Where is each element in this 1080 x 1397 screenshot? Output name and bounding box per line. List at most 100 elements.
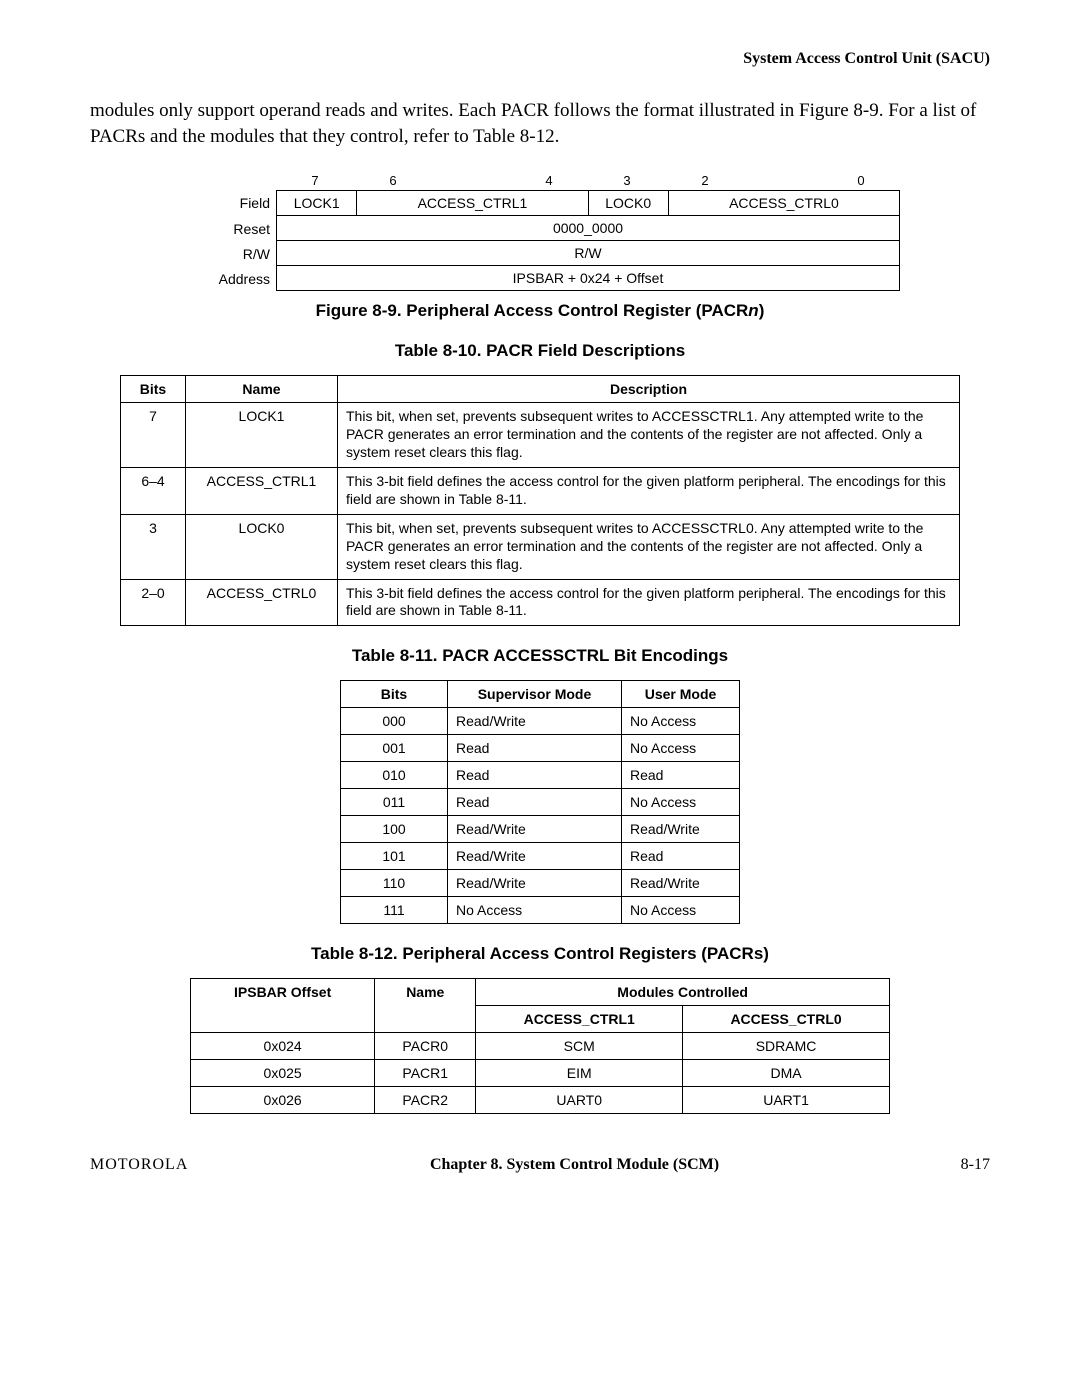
bit-number: 3 xyxy=(588,173,666,190)
cell-name: ACCESS_CTRL1 xyxy=(186,468,338,515)
cell-name: LOCK1 xyxy=(186,403,338,468)
table-8-11: Bits Supervisor Mode User Mode 000Read/W… xyxy=(340,680,740,924)
cell-supervisor: Read/Write xyxy=(448,843,622,870)
table-row: 101Read/WriteRead xyxy=(341,843,740,870)
table-row: 001ReadNo Access xyxy=(341,735,740,762)
rw-value: R/W xyxy=(276,241,900,266)
reset-value: 0000_0000 xyxy=(276,216,900,241)
cell-bits: 6–4 xyxy=(121,468,186,515)
cell-bits: 101 xyxy=(341,843,448,870)
table-row: 111No AccessNo Access xyxy=(341,897,740,924)
cell-bits: 3 xyxy=(121,514,186,579)
cell-user: No Access xyxy=(621,735,739,762)
col-desc: Description xyxy=(338,376,960,403)
cell-ctrl0: UART1 xyxy=(683,1087,890,1114)
bit-number: 7 xyxy=(276,173,354,190)
cell-desc: This 3-bit field defines the access cont… xyxy=(338,579,960,626)
field-row-label: Field xyxy=(180,190,276,216)
table-row: 0x026PACR2UART0UART1 xyxy=(191,1087,890,1114)
table-row: Bits Name Description xyxy=(121,376,960,403)
bit-number: 0 xyxy=(822,173,900,190)
cell-bits: 100 xyxy=(341,816,448,843)
table-8-12-caption: Table 8-12. Peripheral Access Control Re… xyxy=(90,944,990,964)
cell-supervisor: Read/Write xyxy=(448,816,622,843)
page-footer: MOTOROLA Chapter 8. System Control Modul… xyxy=(90,1156,990,1174)
figure-8-9-caption: Figure 8-9. Peripheral Access Control Re… xyxy=(90,301,990,321)
col-name: Name xyxy=(186,376,338,403)
rw-row-label: R/W xyxy=(180,241,276,266)
bit-number xyxy=(744,173,822,190)
cell-offset: 0x024 xyxy=(191,1033,375,1060)
cell-supervisor: Read xyxy=(448,789,622,816)
cell-name: LOCK0 xyxy=(186,514,338,579)
footer-vendor: MOTOROLA xyxy=(90,1156,188,1174)
col-access-ctrl1: ACCESS_CTRL1 xyxy=(476,1006,683,1033)
cell-supervisor: Read/Write xyxy=(448,708,622,735)
body-paragraph: modules only support operand reads and w… xyxy=(90,98,990,149)
field-lock1: LOCK1 xyxy=(276,190,357,216)
table-row: IPSBAR Offset Name Modules Controlled xyxy=(191,979,890,1006)
cell-ctrl0: DMA xyxy=(683,1060,890,1087)
cell-bits: 111 xyxy=(341,897,448,924)
cell-ctrl1: EIM xyxy=(476,1060,683,1087)
table-8-10-caption: Table 8-10. PACR Field Descriptions xyxy=(90,341,990,361)
col-sup: Supervisor Mode xyxy=(448,681,622,708)
cell-user: No Access xyxy=(621,789,739,816)
cell-supervisor: No Access xyxy=(448,897,622,924)
cell-bits: 000 xyxy=(341,708,448,735)
table-row: 0x025PACR1EIMDMA xyxy=(191,1060,890,1087)
table-row: 000Read/WriteNo Access xyxy=(341,708,740,735)
cell-bits: 2–0 xyxy=(121,579,186,626)
table-8-12: IPSBAR Offset Name Modules Controlled AC… xyxy=(190,978,890,1114)
cell-bits: 010 xyxy=(341,762,448,789)
cell-supervisor: Read xyxy=(448,762,622,789)
table-row: 7LOCK1This bit, when set, prevents subse… xyxy=(121,403,960,468)
table-row: Bits Supervisor Mode User Mode xyxy=(341,681,740,708)
cell-supervisor: Read/Write xyxy=(448,870,622,897)
figure-8-9-register-diagram: 7 6 4 3 2 0 Field LOCK1 ACCESS_CTRL1 LOC… xyxy=(180,173,900,291)
footer-page: 8-17 xyxy=(961,1156,990,1174)
col-offset: IPSBAR Offset xyxy=(191,979,375,1033)
col-access-ctrl0: ACCESS_CTRL0 xyxy=(683,1006,890,1033)
bit-number xyxy=(432,173,510,190)
table-row: 6–4ACCESS_CTRL1This 3-bit field defines … xyxy=(121,468,960,515)
table-row: 100Read/WriteRead/Write xyxy=(341,816,740,843)
cell-user: Read/Write xyxy=(621,816,739,843)
cell-ctrl0: SDRAMC xyxy=(683,1033,890,1060)
cell-desc: This 3-bit field defines the access cont… xyxy=(338,468,960,515)
bit-number: 4 xyxy=(510,173,588,190)
bit-number: 2 xyxy=(666,173,744,190)
cell-offset: 0x025 xyxy=(191,1060,375,1087)
cell-user: No Access xyxy=(621,897,739,924)
col-bits: Bits xyxy=(341,681,448,708)
table-row: 011ReadNo Access xyxy=(341,789,740,816)
cell-user: No Access xyxy=(621,708,739,735)
cell-user: Read/Write xyxy=(621,870,739,897)
address-value: IPSBAR + 0x24 + Offset xyxy=(276,266,900,291)
table-8-10: Bits Name Description 7LOCK1This bit, wh… xyxy=(120,375,960,626)
table-row: 3LOCK0This bit, when set, prevents subse… xyxy=(121,514,960,579)
table-row: 010ReadRead xyxy=(341,762,740,789)
cell-name: PACR0 xyxy=(375,1033,476,1060)
cell-user: Read xyxy=(621,762,739,789)
cell-offset: 0x026 xyxy=(191,1087,375,1114)
cell-desc: This bit, when set, prevents subsequent … xyxy=(338,514,960,579)
cell-bits: 7 xyxy=(121,403,186,468)
cell-ctrl1: UART0 xyxy=(476,1087,683,1114)
cell-name: PACR1 xyxy=(375,1060,476,1087)
table-row: 2–0ACCESS_CTRL0This 3-bit field defines … xyxy=(121,579,960,626)
field-access-ctrl1: ACCESS_CTRL1 xyxy=(357,190,588,216)
cell-bits: 110 xyxy=(341,870,448,897)
reset-row-label: Reset xyxy=(180,216,276,241)
cell-bits: 011 xyxy=(341,789,448,816)
cell-desc: This bit, when set, prevents subsequent … xyxy=(338,403,960,468)
col-bits: Bits xyxy=(121,376,186,403)
bit-number: 6 xyxy=(354,173,432,190)
table-row: 0x024PACR0SCMSDRAMC xyxy=(191,1033,890,1060)
cell-name: ACCESS_CTRL0 xyxy=(186,579,338,626)
col-name: Name xyxy=(375,979,476,1033)
table-row: 110Read/WriteRead/Write xyxy=(341,870,740,897)
cell-user: Read xyxy=(621,843,739,870)
cell-bits: 001 xyxy=(341,735,448,762)
table-8-11-caption: Table 8-11. PACR ACCESSCTRL Bit Encoding… xyxy=(90,646,990,666)
